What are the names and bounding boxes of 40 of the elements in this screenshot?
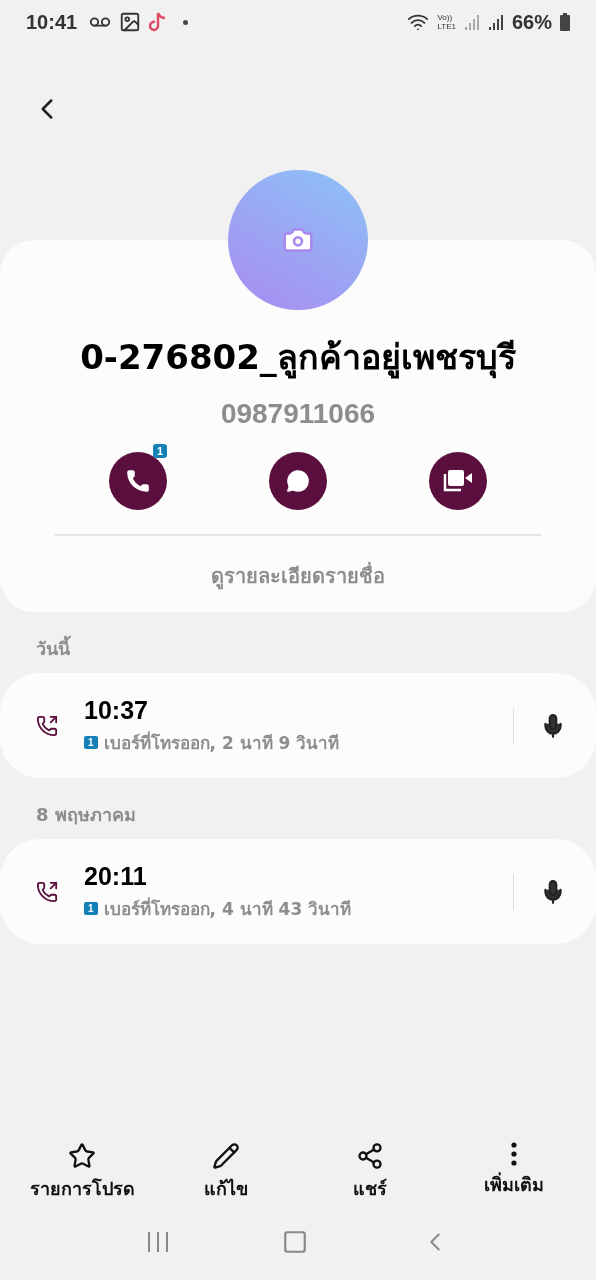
message-button[interactable] bbox=[269, 452, 327, 510]
call-time: 10:37 bbox=[84, 695, 149, 725]
favorite-button[interactable]: รายการโปรด bbox=[12, 1141, 152, 1204]
contact-name: 0-276802_ลูกค้าอยู่เพชรบุรี bbox=[80, 336, 516, 381]
call-time: 20:11 bbox=[84, 861, 148, 891]
call-log-item[interactable]: 20:11 1 เบอร์ที่โทรออก, 4 นาที 43 วินาที bbox=[0, 839, 596, 944]
star-icon bbox=[68, 1142, 96, 1170]
more-button[interactable]: เพิ่มเติม bbox=[444, 1141, 584, 1204]
call-log-item[interactable]: 10:37 1 เบอร์ที่โทรออก, 2 นาที 9 วินาที bbox=[0, 673, 596, 778]
call-detail: เบอร์ที่โทรออก, 4 นาที 43 วินาที bbox=[103, 896, 352, 921]
status-time: 10:41 bbox=[26, 10, 78, 34]
home-button[interactable] bbox=[282, 1229, 308, 1255]
home-icon bbox=[282, 1229, 308, 1255]
music-note-icon bbox=[149, 11, 168, 33]
sim-badge: 1 bbox=[152, 444, 167, 458]
phone-icon bbox=[125, 468, 151, 494]
video-button[interactable] bbox=[429, 452, 487, 510]
signal-icon bbox=[463, 13, 480, 31]
battery-icon bbox=[560, 13, 570, 31]
share-icon bbox=[356, 1142, 384, 1170]
outgoing-call-icon bbox=[36, 880, 58, 903]
more-icon bbox=[511, 1142, 517, 1166]
call-detail: เบอร์ที่โทรออก, 2 นาที 9 วินาที bbox=[103, 730, 340, 755]
chat-bubble-icon bbox=[285, 468, 311, 494]
signal-icon bbox=[487, 13, 504, 31]
outgoing-call-icon bbox=[36, 714, 58, 737]
recent-apps-button[interactable] bbox=[146, 1231, 170, 1253]
phone-number: 0987911066 bbox=[220, 398, 376, 430]
edit-button[interactable]: แก้ไข bbox=[156, 1141, 296, 1204]
battery-level: 66% bbox=[511, 10, 552, 34]
pencil-icon bbox=[212, 1142, 240, 1170]
image-icon bbox=[119, 11, 142, 33]
sim-badge: 1 bbox=[84, 901, 98, 915]
date-heading: 8 พฤษภาคม bbox=[35, 803, 137, 827]
network-label: Vo)) LTE1 bbox=[437, 13, 456, 31]
date-heading: วันนี้ bbox=[0, 612, 596, 673]
sim-badge: 1 bbox=[84, 735, 98, 749]
share-button[interactable]: แชร์ bbox=[300, 1141, 440, 1204]
video-camera-icon bbox=[442, 468, 474, 494]
notification-dot bbox=[183, 19, 189, 25]
